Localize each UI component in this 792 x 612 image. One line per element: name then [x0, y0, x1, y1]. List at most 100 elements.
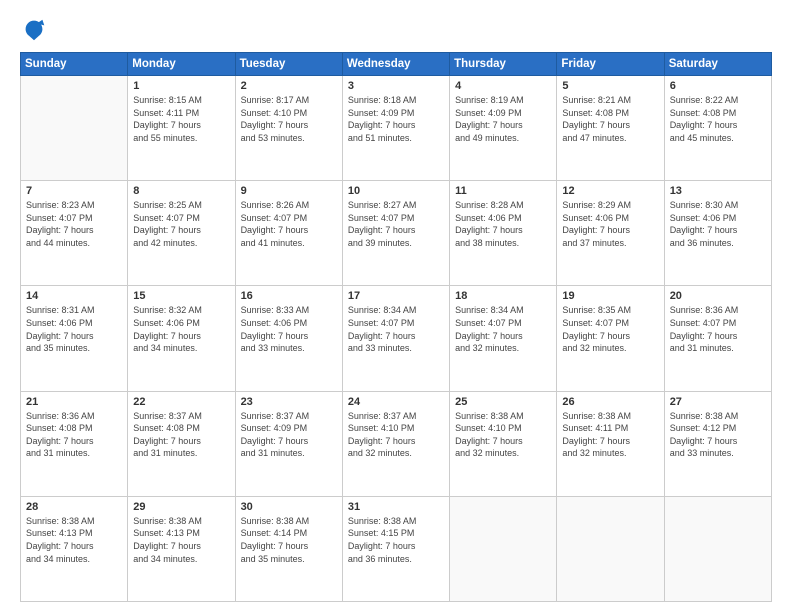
day-info: Sunrise: 8:38 AMSunset: 4:14 PMDaylight:… [241, 515, 337, 565]
day-number: 20 [670, 290, 766, 302]
day-number: 28 [26, 501, 122, 513]
day-info: Sunrise: 8:26 AMSunset: 4:07 PMDaylight:… [241, 199, 337, 249]
day-cell: 17 Sunrise: 8:34 AMSunset: 4:07 PMDayligh… [342, 286, 449, 391]
day-cell: 18 Sunrise: 8:34 AMSunset: 4:07 PMDayligh… [450, 286, 557, 391]
day-number: 6 [670, 80, 766, 92]
day-cell: 27Sunrise: 8:38 AMSunset: 4:12 PMDayligh… [664, 391, 771, 496]
day-number: 5 [562, 80, 658, 92]
day-cell: 5 Sunrise: 8:21 AMSunset: 4:08 PMDaylight… [557, 76, 664, 181]
logo [20, 16, 52, 44]
day-cell: 26 Sunrise: 8:38 AMSunset: 4:11 PMDayligh… [557, 391, 664, 496]
day-number: 7 [26, 185, 122, 197]
day-number: 10 [348, 185, 444, 197]
day-info: Sunrise: 8:25 AMSunset: 4:07 PMDaylight:… [133, 199, 229, 249]
day-cell: 23 Sunrise: 8:37 AMSunset: 4:09 PMDayligh… [235, 391, 342, 496]
day-number: 22 [133, 396, 229, 408]
day-info: Sunrise: 8:38 AMSunset: 4:13 PMDaylight:… [26, 515, 122, 565]
header-tuesday: Tuesday [235, 53, 342, 76]
day-info: Sunrise: 8:38 AMSunset: 4:12 PMDaylight:… [670, 410, 766, 460]
day-cell: 7 Sunrise: 8:23 AMSunset: 4:07 PMDaylight… [21, 181, 128, 286]
day-cell [557, 496, 664, 601]
day-cell: 10 Sunrise: 8:27 AMSunset: 4:07 PMDayligh… [342, 181, 449, 286]
day-cell: 22 Sunrise: 8:37 AMSunset: 4:08 PMDayligh… [128, 391, 235, 496]
day-info: Sunrise: 8:36 AMSunset: 4:08 PMDaylight:… [26, 410, 122, 460]
day-info: Sunrise: 8:28 AMSunset: 4:06 PMDaylight:… [455, 199, 551, 249]
day-info: Sunrise: 8:38 AMSunset: 4:15 PMDaylight:… [348, 515, 444, 565]
day-number: 29 [133, 501, 229, 513]
day-number: 2 [241, 80, 337, 92]
day-info: Sunrise: 8:38 AMSunset: 4:11 PMDaylight:… [562, 410, 658, 460]
logo-icon [20, 16, 48, 44]
day-number: 8 [133, 185, 229, 197]
header-friday: Friday [557, 53, 664, 76]
day-number: 13 [670, 185, 766, 197]
day-number: 16 [241, 290, 337, 302]
day-number: 21 [26, 396, 122, 408]
day-cell: 2 Sunrise: 8:17 AMSunset: 4:10 PMDaylight… [235, 76, 342, 181]
day-cell: 21 Sunrise: 8:36 AMSunset: 4:08 PMDayligh… [21, 391, 128, 496]
day-cell: 28 Sunrise: 8:38 AMSunset: 4:13 PMDayligh… [21, 496, 128, 601]
day-info: Sunrise: 8:27 AMSunset: 4:07 PMDaylight:… [348, 199, 444, 249]
day-number: 25 [455, 396, 551, 408]
day-number: 17 [348, 290, 444, 302]
week-row-2: 14 Sunrise: 8:31 AMSunset: 4:06 PMDayligh… [21, 286, 772, 391]
day-info: Sunrise: 8:38 AMSunset: 4:13 PMDaylight:… [133, 515, 229, 565]
day-number: 1 [133, 80, 229, 92]
day-cell: 14 Sunrise: 8:31 AMSunset: 4:06 PMDayligh… [21, 286, 128, 391]
day-number: 23 [241, 396, 337, 408]
day-cell: 13 Sunrise: 8:30 AMSunset: 4:06 PMDayligh… [664, 181, 771, 286]
day-info: Sunrise: 8:34 AMSunset: 4:07 PMDaylight:… [348, 304, 444, 354]
header-sunday: Sunday [21, 53, 128, 76]
day-cell: 11 Sunrise: 8:28 AMSunset: 4:06 PMDayligh… [450, 181, 557, 286]
day-info: Sunrise: 8:37 AMSunset: 4:08 PMDaylight:… [133, 410, 229, 460]
header-saturday: Saturday [664, 53, 771, 76]
day-info: Sunrise: 8:19 AMSunset: 4:09 PMDaylight:… [455, 94, 551, 144]
day-info: Sunrise: 8:37 AMSunset: 4:09 PMDaylight:… [241, 410, 337, 460]
calendar: SundayMondayTuesdayWednesdayThursdayFrid… [20, 52, 772, 602]
day-number: 31 [348, 501, 444, 513]
day-cell: 1 Sunrise: 8:15 AMSunset: 4:11 PMDaylight… [128, 76, 235, 181]
day-cell: 9 Sunrise: 8:26 AMSunset: 4:07 PMDaylight… [235, 181, 342, 286]
day-cell: 24Sunrise: 8:37 AMSunset: 4:10 PMDayligh… [342, 391, 449, 496]
day-info: Sunrise: 8:36 AMSunset: 4:07 PMDaylight:… [670, 304, 766, 354]
day-info: Sunrise: 8:23 AMSunset: 4:07 PMDaylight:… [26, 199, 122, 249]
day-cell: 31 Sunrise: 8:38 AMSunset: 4:15 PMDayligh… [342, 496, 449, 601]
day-number: 12 [562, 185, 658, 197]
day-cell: 25 Sunrise: 8:38 AMSunset: 4:10 PMDayligh… [450, 391, 557, 496]
day-cell: 4 Sunrise: 8:19 AMSunset: 4:09 PMDaylight… [450, 76, 557, 181]
day-cell: 20 Sunrise: 8:36 AMSunset: 4:07 PMDayligh… [664, 286, 771, 391]
day-info: Sunrise: 8:31 AMSunset: 4:06 PMDaylight:… [26, 304, 122, 354]
day-cell: 6Sunrise: 8:22 AMSunset: 4:08 PMDaylight… [664, 76, 771, 181]
day-number: 11 [455, 185, 551, 197]
day-info: Sunrise: 8:30 AMSunset: 4:06 PMDaylight:… [670, 199, 766, 249]
day-info: Sunrise: 8:34 AMSunset: 4:07 PMDaylight:… [455, 304, 551, 354]
day-cell: 19Sunrise: 8:35 AMSunset: 4:07 PMDayligh… [557, 286, 664, 391]
week-row-0: 1 Sunrise: 8:15 AMSunset: 4:11 PMDaylight… [21, 76, 772, 181]
week-row-4: 28 Sunrise: 8:38 AMSunset: 4:13 PMDayligh… [21, 496, 772, 601]
day-info: Sunrise: 8:18 AMSunset: 4:09 PMDaylight:… [348, 94, 444, 144]
day-number: 26 [562, 396, 658, 408]
day-number: 24 [348, 396, 444, 408]
header [20, 16, 772, 44]
day-info: Sunrise: 8:21 AMSunset: 4:08 PMDaylight:… [562, 94, 658, 144]
day-number: 30 [241, 501, 337, 513]
day-info: Sunrise: 8:17 AMSunset: 4:10 PMDaylight:… [241, 94, 337, 144]
week-row-3: 21 Sunrise: 8:36 AMSunset: 4:08 PMDayligh… [21, 391, 772, 496]
day-number: 4 [455, 80, 551, 92]
day-cell: 16 Sunrise: 8:33 AMSunset: 4:06 PMDayligh… [235, 286, 342, 391]
day-cell [664, 496, 771, 601]
header-thursday: Thursday [450, 53, 557, 76]
day-number: 9 [241, 185, 337, 197]
page: SundayMondayTuesdayWednesdayThursdayFrid… [0, 0, 792, 612]
day-number: 18 [455, 290, 551, 302]
day-info: Sunrise: 8:32 AMSunset: 4:06 PMDaylight:… [133, 304, 229, 354]
day-info: Sunrise: 8:38 AMSunset: 4:10 PMDaylight:… [455, 410, 551, 460]
day-cell: 8 Sunrise: 8:25 AMSunset: 4:07 PMDaylight… [128, 181, 235, 286]
header-monday: Monday [128, 53, 235, 76]
day-info: Sunrise: 8:33 AMSunset: 4:06 PMDaylight:… [241, 304, 337, 354]
day-number: 3 [348, 80, 444, 92]
day-number: 14 [26, 290, 122, 302]
day-cell: 29 Sunrise: 8:38 AMSunset: 4:13 PMDayligh… [128, 496, 235, 601]
day-info: Sunrise: 8:15 AMSunset: 4:11 PMDaylight:… [133, 94, 229, 144]
day-cell: 15Sunrise: 8:32 AMSunset: 4:06 PMDayligh… [128, 286, 235, 391]
